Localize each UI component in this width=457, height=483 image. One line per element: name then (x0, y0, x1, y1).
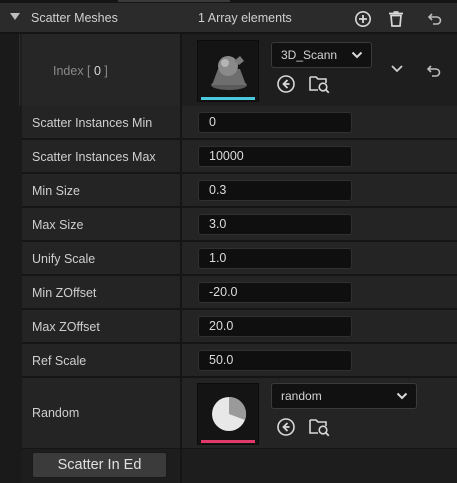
collapse-arrow-icon[interactable] (10, 13, 20, 20)
scatter-in-ed-button[interactable]: Scatter In Ed (32, 452, 167, 478)
expand-chevron-icon[interactable] (390, 63, 410, 83)
property-label: Scatter Instances Max (32, 150, 156, 164)
browse-arrow-icon[interactable] (276, 417, 296, 437)
reset-icon[interactable] (424, 8, 446, 30)
property-row: Min Size 0.3 (22, 174, 457, 207)
curve-accent-bar (201, 440, 255, 443)
property-label: Max Size (32, 218, 84, 232)
property-row: Scatter Instances Max 10000 (22, 140, 457, 173)
array-count: 1 Array elements (198, 11, 292, 25)
left-gutter (0, 106, 22, 483)
property-label: Max ZOffset (32, 320, 100, 334)
property-row: Scatter Instances Min 0 (22, 106, 457, 139)
browse-arrow-icon[interactable] (276, 74, 296, 94)
min-size-field[interactable]: 0.3 (198, 180, 352, 201)
unify-scale-field[interactable]: 1.0 (198, 248, 352, 269)
mesh-combo[interactable]: 3D_Scann (271, 42, 372, 68)
indent-gutter (0, 34, 20, 106)
array-element-row: Index [ 0 ] 3D_Scann (0, 34, 457, 106)
scatter-instances-min-field[interactable]: 0 (198, 112, 352, 133)
random-combo[interactable]: random (271, 383, 417, 409)
index-label: Index [ 0 ] (53, 64, 108, 78)
mesh-thumbnail[interactable] (197, 40, 259, 102)
pie-asset-icon (212, 396, 247, 431)
mesh-accent-bar (201, 97, 255, 100)
random-label: Random (32, 406, 80, 420)
property-label: Scatter Instances Min (32, 116, 153, 130)
reset-element-icon[interactable] (426, 63, 446, 83)
button-row: Scatter In Ed (22, 449, 457, 483)
property-label: Min ZOffset (32, 286, 97, 300)
scatter-instances-max-field[interactable]: 10000 (198, 146, 352, 167)
mesh-preview-icon (211, 56, 247, 90)
find-in-browser-icon[interactable] (308, 416, 330, 437)
delete-icon[interactable] (385, 8, 407, 30)
random-combo-value: random (281, 389, 322, 403)
column-divider[interactable] (180, 33, 182, 483)
property-label: Ref Scale (32, 354, 87, 368)
chevron-down-icon (396, 392, 408, 400)
index-cell: Index [ 0 ] (22, 34, 180, 106)
property-label: Min Size (32, 184, 80, 198)
mesh-combo-value: 3D_Scann (281, 48, 338, 62)
property-row: Max Size 3.0 (22, 208, 457, 241)
add-element-icon[interactable] (352, 8, 374, 30)
max-zoffset-field[interactable]: 20.0 (198, 316, 352, 337)
max-size-field[interactable]: 3.0 (198, 214, 352, 235)
min-zoffset-field[interactable]: -20.0 (198, 282, 352, 303)
property-row: Ref Scale 50.0 (22, 344, 457, 377)
array-header[interactable]: Scatter Meshes 1 Array elements (0, 3, 457, 33)
chevron-down-icon (351, 51, 363, 59)
property-row: Max ZOffset 20.0 (22, 310, 457, 343)
ref-scale-field[interactable]: 50.0 (198, 350, 352, 371)
curve-thumbnail[interactable] (197, 383, 259, 445)
find-in-browser-icon[interactable] (308, 73, 330, 94)
array-title: Scatter Meshes (31, 11, 118, 25)
top-strip-segment (118, 0, 230, 2)
property-row: Min ZOffset -20.0 (22, 276, 457, 309)
property-row: Unify Scale 1.0 (22, 242, 457, 275)
property-label: Unify Scale (32, 252, 96, 266)
